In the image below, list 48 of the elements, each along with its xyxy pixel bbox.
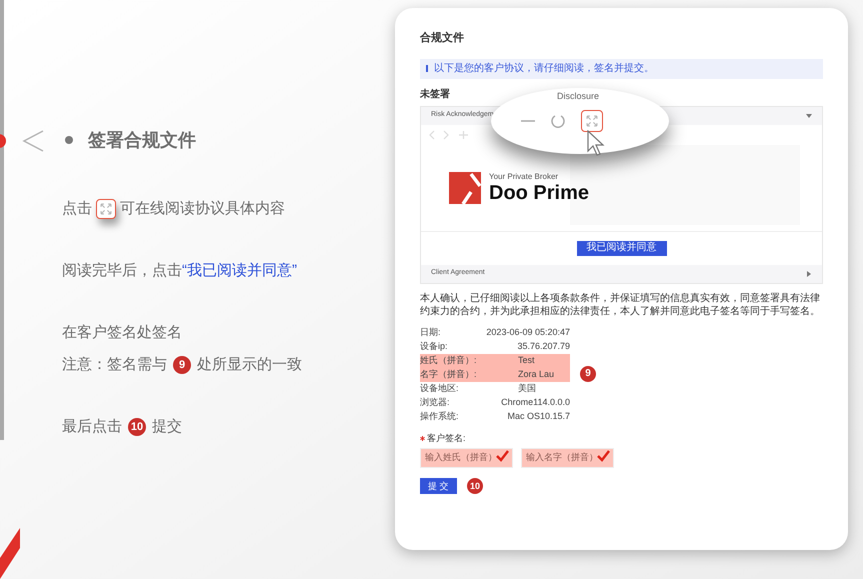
minimize-icon <box>521 120 535 122</box>
logo-mark-icon <box>449 172 481 204</box>
signature-field[interactable]: 输入姓氏（拼音） <box>420 448 513 468</box>
logo-wordmark: Doo Prime <box>489 182 590 204</box>
submit-button[interactable]: 提 交 <box>420 478 457 494</box>
back-chevron-icon <box>22 129 44 153</box>
instruction-text: 点击 <box>62 198 92 219</box>
detail-label: 名字（拼音）: <box>420 368 478 381</box>
signature-input[interactable]: 输入姓氏（拼音） <box>425 451 500 465</box>
detail-value: Mac OS10.15.7 <box>507 410 570 423</box>
slanted-stripe-drawing <box>0 528 20 579</box>
detail-value: Test <box>518 354 535 367</box>
slide-title: 签署合规文件 <box>88 128 196 152</box>
detail-label: 设备ip: <box>420 340 449 353</box>
instruction-text: 阅读完毕后，点击 <box>62 260 182 281</box>
detail-value: 35.76.207.79 <box>517 340 570 353</box>
detail-label: 日期: <box>420 326 442 339</box>
instruction-text: 最后点击 <box>62 416 122 437</box>
detail-label: 浏览器: <box>420 396 451 409</box>
step-number-badge: 9 <box>173 356 191 374</box>
overlay-caption: Disclosure <box>557 90 600 103</box>
status-label: 未签署 <box>420 88 450 102</box>
detail-value: Chrome114.0.0.0 <box>501 396 570 409</box>
instruction-text: 处所显示的一致 <box>197 354 302 375</box>
agree-button[interactable]: 我已阅读并同意 <box>576 240 666 256</box>
detail-label: 姓氏（拼音）: <box>420 354 478 367</box>
instruction-text: 在客户签名处签名 <box>62 322 182 343</box>
expand-glyph-icon <box>585 114 599 128</box>
detail-value: 2023-06-09 05:20:47 <box>486 326 570 339</box>
notice-text: 以下是您的客户协议，请仔细阅读，签名并提交。 <box>434 62 654 76</box>
detail-value: 美国 <box>518 382 536 395</box>
step-number-badge: 10 <box>467 478 483 494</box>
refresh-icon <box>551 114 565 128</box>
detail-label: 设备地区: <box>420 382 460 395</box>
step-number-badge: 9 <box>580 366 596 382</box>
detail-value: Zora Lau <box>518 368 554 381</box>
instruction-text: 提交 <box>152 416 182 437</box>
signature-label: 客户签名: <box>427 432 466 444</box>
button-name-text: “我已阅读并同意” <box>182 260 297 281</box>
signature-field[interactable]: 输入名字（拼音） <box>521 448 614 468</box>
page-title: 合规文件 <box>420 30 464 46</box>
step-number-badge: 10 <box>128 418 146 436</box>
logo-tagline: Your Private Broker <box>489 172 560 182</box>
detail-label: 操作系统: <box>420 410 460 423</box>
instruction-text: 注意：签名需与 <box>62 354 167 375</box>
instruction-text: 可在线阅读协议具体内容 <box>120 198 285 219</box>
declaration-text: 本人确认，已仔细阅读以上各项条款条件，并保证填写的信息真实有效，同意签署具有法律约束力的合约，并为此承担相应的法律责任，本人了解并同意此电子签名等同于手写签名。 <box>420 292 821 318</box>
signature-input[interactable]: 输入名字（拼音） <box>526 451 601 465</box>
